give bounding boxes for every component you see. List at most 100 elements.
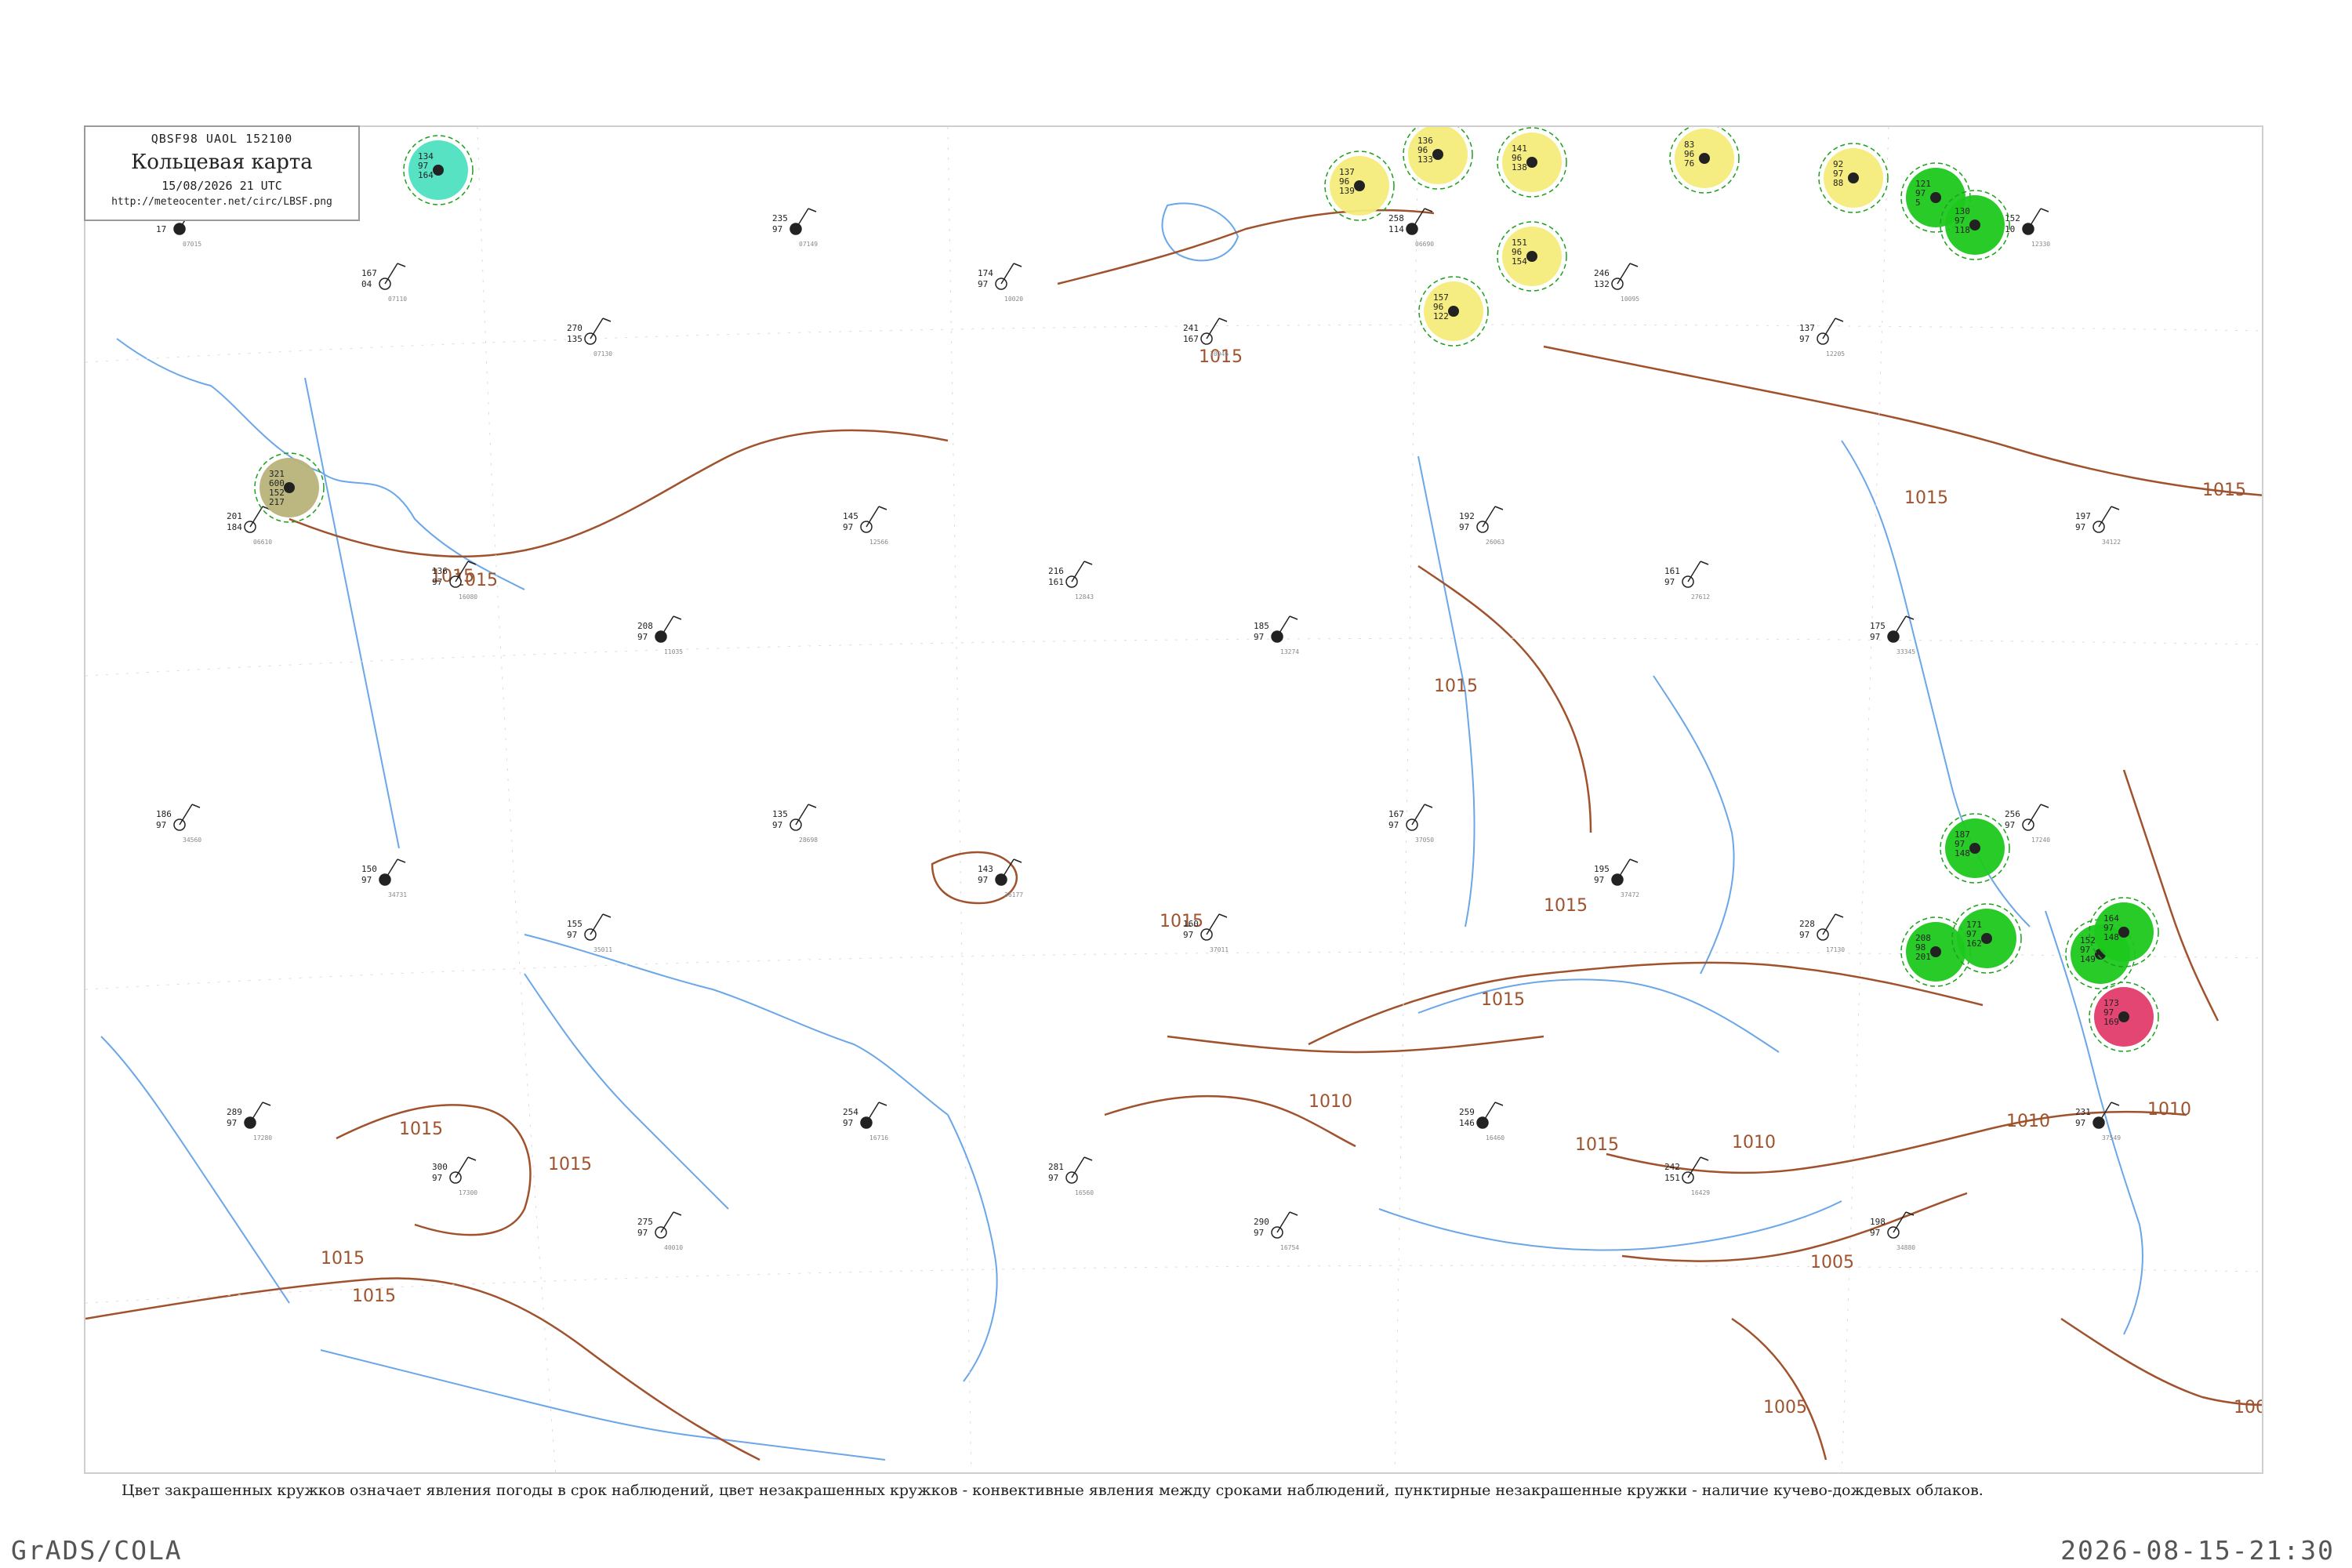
isobar-label: 1015 — [399, 1120, 443, 1139]
station-plot[interactable]: 27597 40010 — [637, 1211, 683, 1251]
isobar-label: 1015 — [321, 1249, 365, 1269]
wind-barb — [660, 615, 674, 637]
weather-marker-fog[interactable]: 13796139 — [1324, 151, 1395, 221]
isobar-line — [1308, 961, 1984, 1046]
station-plot[interactable]: 15097 34731 — [361, 858, 407, 898]
station-plot[interactable]: 28997 17280 — [227, 1102, 272, 1142]
station-plot[interactable]: 19797 34122 — [2075, 506, 2121, 546]
weather-marker-haze[interactable]: 321600152217 — [254, 452, 325, 523]
station-dot — [1930, 192, 1941, 203]
synoptic-map: 1015 1015 1015 1015 1015 1015 1015 1015 1015 1015… — [85, 127, 2262, 1472]
weather-marker-fog[interactable]: 929788 — [1818, 143, 1889, 213]
station-temperature: 228 — [1799, 919, 1815, 929]
station-temperature: 185 — [1254, 621, 1269, 631]
station-id: 37011 — [1210, 946, 1229, 953]
station-plot[interactable]: 16704 07110 — [361, 263, 407, 303]
station-plot[interactable]: 1521012330 — [2005, 208, 2050, 248]
station-plot[interactable]: 14597 12566 — [843, 506, 888, 546]
weather-marker-fog[interactable]: 15196154 — [1497, 221, 1567, 292]
station-plot[interactable]: 16797 37050 — [1388, 804, 1434, 844]
station-plot[interactable]: 18697 34560 — [156, 804, 201, 844]
legend-note: Цвет закрашенных кружков означает явлени… — [122, 1482, 1984, 1499]
station-plot[interactable]: 13797 12205 — [1799, 318, 1845, 358]
station-pressure: 97 — [843, 1118, 853, 1128]
station-plot[interactable]: 30097 17300 — [432, 1156, 477, 1196]
station-pressure: 97 — [432, 577, 442, 587]
station-pressure: 97 — [567, 930, 577, 940]
station-temperature: 167 — [1388, 809, 1404, 819]
isobar-line — [1167, 1035, 1544, 1054]
wind-barb-feather — [1424, 208, 1433, 212]
wind-barb — [1482, 1102, 1496, 1123]
wind-barb — [1617, 858, 1631, 880]
station-plot[interactable]: 17597 33345 — [1870, 615, 1915, 655]
station-plot[interactable]: 13597 28698 — [772, 804, 818, 844]
weather-marker-rain[interactable]: 16497148 — [2089, 897, 2159, 967]
station-plot[interactable]: 258114 06690 — [1388, 208, 1434, 248]
station-plot[interactable]: 22897 17130 — [1799, 913, 1845, 953]
station-pressure: 97 — [2075, 522, 2085, 532]
isobars — [85, 209, 2262, 1461]
station-plot[interactable]: 28197 16560 — [1048, 1156, 1094, 1196]
station-plot[interactable]: 19897 34880 — [1870, 1211, 1915, 1251]
station-temperature: 155 — [567, 919, 583, 929]
bulletin-code: QBSF98 UAOL 152100 — [151, 132, 293, 146]
wind-barb-feather — [1013, 263, 1022, 267]
station-pressure: 97 — [772, 224, 782, 234]
wind-barb — [1000, 263, 1014, 285]
weather-marker-fog[interactable]: 15796122 — [1418, 276, 1489, 347]
station-plot[interactable]: 19297 26063 — [1459, 506, 1504, 546]
weather-marker-rain[interactable]: 18797148 — [1940, 813, 2010, 884]
station-id: 27612 — [1691, 593, 1710, 601]
station-id: 16460 — [1486, 1134, 1504, 1142]
station-plot[interactable]: 20897 11035 — [637, 615, 683, 655]
isobar-label: 1015 — [1575, 1135, 1619, 1155]
station-plot[interactable]: 29097 16754 — [1254, 1211, 1299, 1251]
station-plot[interactable]: 25697 17240 — [2005, 804, 2050, 844]
weather-marker-rain[interactable]: 17197162 — [1951, 903, 2022, 974]
station-temperature: 290 — [1254, 1217, 1269, 1227]
map-url[interactable]: http://meteocenter.net/circ/LBSF.png — [85, 196, 358, 208]
wind-barb-feather — [1629, 263, 1639, 267]
station-temperature: 254 — [843, 1107, 858, 1117]
station-plot[interactable]: 16097 37011 — [1183, 913, 1229, 953]
station-pressure: 132 — [1594, 279, 1610, 289]
isobar-line — [1543, 345, 2262, 496]
station-temperature: 241 — [1183, 323, 1199, 333]
station-id: 16716 — [869, 1134, 888, 1142]
weather-marker-thunder[interactable]: 17397169 — [2089, 982, 2159, 1052]
station-plot[interactable]: 242151 16429 — [1664, 1156, 1710, 1196]
station-temperature: 259 — [1459, 1107, 1475, 1117]
map-frame: 1015 1015 1015 1015 1015 1015 1015 1015 1015 1015… — [84, 125, 2263, 1474]
station-plot[interactable]: 16197 27612 — [1664, 561, 1710, 601]
isobar-line — [2122, 769, 2220, 1022]
station-plot[interactable]: 25497 16716 — [843, 1102, 888, 1142]
station-plot[interactable]: 259146 16460 — [1459, 1102, 1504, 1142]
station-plot[interactable]: 23197 37549 — [2075, 1102, 2121, 1142]
isobar-line — [1057, 209, 1435, 285]
station-temperature: 145 — [843, 511, 858, 521]
station-plot[interactable]: 216161 12843 — [1048, 561, 1094, 601]
coastline-black-sea-north — [1417, 978, 1780, 1053]
weather-marker-rain[interactable]: 13097118 — [1940, 190, 2010, 260]
station-plot[interactable]: 246132 10095 — [1594, 263, 1639, 303]
station-id: 10095 — [1621, 296, 1639, 303]
station-plot[interactable]: 17497 10020 — [978, 263, 1023, 303]
station-plot[interactable]: 23597 07149 — [772, 208, 818, 248]
station-dot — [2118, 1011, 2129, 1022]
station-temperature: 160 — [1183, 919, 1199, 929]
weather-marker-fog[interactable]: 14196138 — [1497, 127, 1567, 198]
isobar-label: 1010 — [1308, 1092, 1352, 1112]
wind-barb-feather — [1424, 804, 1433, 808]
station-pressure: 151 — [1664, 1173, 1680, 1183]
weather-marker-value: 138 — [1512, 162, 1527, 172]
station-temperature: 216 — [1048, 566, 1064, 576]
station-plot[interactable]: 18597 13274 — [1254, 615, 1299, 655]
weather-marker-fog[interactable]: 839676 — [1669, 127, 1740, 194]
wind-barb — [866, 506, 880, 528]
station-plot[interactable]: 19597 37472 — [1594, 858, 1639, 898]
station-dot — [284, 482, 295, 493]
weather-marker-shower[interactable]: 13497164 — [403, 135, 474, 205]
isobar-label: 1015 — [1904, 488, 1948, 508]
weather-marker-fog[interactable]: 13696133 — [1403, 127, 1473, 190]
